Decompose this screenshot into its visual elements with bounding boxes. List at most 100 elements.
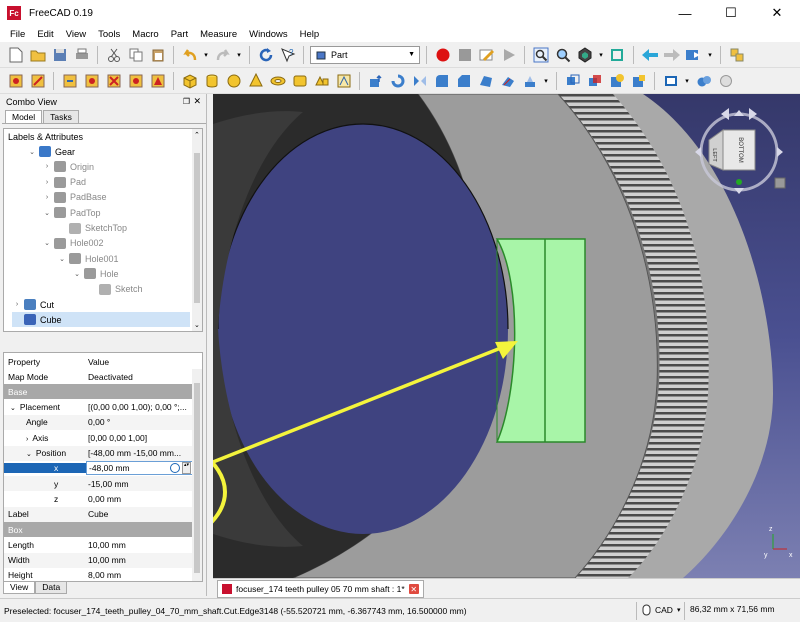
macro-6-icon[interactable] xyxy=(126,71,145,90)
menu-macro[interactable]: Macro xyxy=(126,29,164,40)
expand-down-icon[interactable]: ⌄ xyxy=(72,270,82,278)
tree-scrollbar[interactable]: ⌃ ⌄ xyxy=(192,129,202,331)
tree-item[interactable]: › PadBase xyxy=(42,190,107,205)
tree-item[interactable]: SketchTop xyxy=(57,221,127,236)
menu-measure[interactable]: Measure xyxy=(194,29,243,40)
tree-item[interactable]: ⌄ PadTop xyxy=(42,205,101,220)
macro-7-icon[interactable] xyxy=(148,71,167,90)
macro-5-icon[interactable] xyxy=(104,71,123,90)
expand-down-icon[interactable]: ⌄ xyxy=(10,405,16,412)
boolean-icon[interactable] xyxy=(585,71,604,90)
property-row[interactable]: ⌄ Position [-48,00 mm -15,00 mm... xyxy=(4,445,193,461)
property-row[interactable]: Label Cube xyxy=(4,506,193,522)
tree-item[interactable]: Sketch xyxy=(87,282,143,297)
navigation-cube[interactable]: BOTTOM LEFT xyxy=(681,100,799,200)
scroll-up-icon[interactable]: ⌃ xyxy=(194,131,200,139)
macro-4-icon[interactable] xyxy=(82,71,101,90)
menu-part[interactable]: Part xyxy=(165,29,194,40)
expand-down-icon[interactable]: ⌄ xyxy=(26,451,32,458)
part-sphere-icon[interactable] xyxy=(224,71,243,90)
save-icon[interactable] xyxy=(50,45,69,64)
menu-help[interactable]: Help xyxy=(294,29,326,40)
draw-style-icon[interactable] xyxy=(575,45,594,64)
expression-icon[interactable] xyxy=(170,463,180,474)
make-face-icon[interactable] xyxy=(476,71,495,90)
scroll-thumb[interactable] xyxy=(194,383,200,573)
menu-tools[interactable]: Tools xyxy=(92,29,126,40)
expand-down-icon[interactable]: ⌄ xyxy=(57,255,67,263)
loft-icon[interactable] xyxy=(520,71,539,90)
menu-view[interactable]: View xyxy=(60,29,92,40)
expand-right-icon[interactable]: › xyxy=(26,436,28,443)
macro-1-icon[interactable] xyxy=(6,71,25,90)
defeaturing-icon[interactable] xyxy=(716,71,735,90)
property-row[interactable]: Height 8,00 mm xyxy=(4,568,193,581)
compound-icon[interactable] xyxy=(563,71,582,90)
ruled-surface-icon[interactable] xyxy=(498,71,517,90)
property-row[interactable]: y -15,00 mm xyxy=(4,476,193,492)
spin-stepper[interactable]: ▴▾ xyxy=(182,462,191,475)
part-container-icon[interactable] xyxy=(727,45,746,64)
redo-dropdown-icon[interactable]: ▾ xyxy=(235,45,243,64)
float-panel-icon[interactable]: ❐ xyxy=(183,97,190,106)
tree-item[interactable]: ⌄ Hole002 xyxy=(42,236,104,251)
expand-down-icon[interactable]: ⌄ xyxy=(27,148,37,156)
measure-linear-icon[interactable] xyxy=(661,71,680,90)
expand-down-icon[interactable]: ⌄ xyxy=(42,209,52,217)
part-box-icon[interactable] xyxy=(180,71,199,90)
measure-dropdown-icon[interactable]: ▾ xyxy=(683,71,691,90)
loft-dropdown-icon[interactable]: ▾ xyxy=(542,71,550,90)
expand-right-icon[interactable]: › xyxy=(42,194,52,201)
property-row[interactable]: Width 10,00 mm xyxy=(4,552,193,568)
tab-view[interactable]: View xyxy=(3,582,36,594)
sync-view-dropdown-icon[interactable]: ▾ xyxy=(706,45,714,64)
cut-icon[interactable] xyxy=(104,45,123,64)
document-tab[interactable]: focuser_174 teeth pulley 05 70 mm shaft … xyxy=(217,580,424,598)
property-row[interactable]: ⌄ Placement [(0,00 0,00 1,00); 0,00 °;... xyxy=(4,400,193,415)
tree-item[interactable]: Cube xyxy=(12,312,190,328)
stop-macro-icon[interactable] xyxy=(455,45,474,64)
position-x-input[interactable]: -48,00 mm ▴▾ xyxy=(86,461,193,476)
fillet-icon[interactable] xyxy=(432,71,451,90)
undo-dropdown-icon[interactable]: ▾ xyxy=(202,45,210,64)
undo-icon[interactable] xyxy=(180,45,199,64)
macro-2-icon[interactable] xyxy=(28,71,47,90)
open-folder-icon[interactable] xyxy=(28,45,47,64)
macro-3-icon[interactable] xyxy=(60,71,79,90)
menu-file[interactable]: File xyxy=(4,29,31,40)
whats-this-icon[interactable]: ? xyxy=(278,45,297,64)
fit-all-icon[interactable] xyxy=(531,45,550,64)
3d-viewport[interactable]: z y x BOTTOM LEFT xyxy=(213,94,800,578)
record-macro-icon[interactable] xyxy=(433,45,452,64)
property-row[interactable]: › Axis [0,00 0,00 1,00] xyxy=(4,430,193,445)
execute-macro-icon[interactable] xyxy=(499,45,518,64)
fit-selection-icon[interactable] xyxy=(553,45,572,64)
property-row[interactable]: Map Mode Deactivated xyxy=(4,369,193,384)
revolve-icon[interactable] xyxy=(388,71,407,90)
menu-windows[interactable]: Windows xyxy=(243,29,294,40)
scroll-thumb[interactable] xyxy=(194,153,200,303)
tab-data[interactable]: Data xyxy=(35,582,68,594)
bounding-box-icon[interactable] xyxy=(608,45,627,64)
tree-item[interactable]: ⌄ Hole001 xyxy=(57,251,119,266)
tree-item[interactable]: ⌄ Hole xyxy=(72,266,119,281)
workbench-selector[interactable]: Part ▼ xyxy=(310,45,420,64)
back-arrow-icon[interactable] xyxy=(640,45,659,64)
menu-edit[interactable]: Edit xyxy=(31,29,59,40)
tree-item[interactable]: › Cut xyxy=(12,297,54,312)
minimize-button[interactable]: — xyxy=(662,0,708,26)
copy-icon[interactable] xyxy=(126,45,145,64)
part-primitives-icon[interactable] xyxy=(312,71,331,90)
navigation-style-selector[interactable]: CAD ▾ xyxy=(642,604,680,616)
expand-down-icon[interactable]: ⌄ xyxy=(42,239,52,247)
part-cylinder-icon[interactable] xyxy=(202,71,221,90)
print-icon[interactable] xyxy=(72,45,91,64)
close-button[interactable]: ✕ xyxy=(754,0,800,26)
part-cone-icon[interactable] xyxy=(246,71,265,90)
property-scrollbar[interactable] xyxy=(192,369,202,581)
check-geometry-icon[interactable] xyxy=(694,71,713,90)
tree-item[interactable]: › Origin xyxy=(42,159,94,174)
tab-model[interactable]: Model xyxy=(5,110,43,123)
extrude-icon[interactable] xyxy=(366,71,385,90)
mirror-icon[interactable] xyxy=(410,71,429,90)
